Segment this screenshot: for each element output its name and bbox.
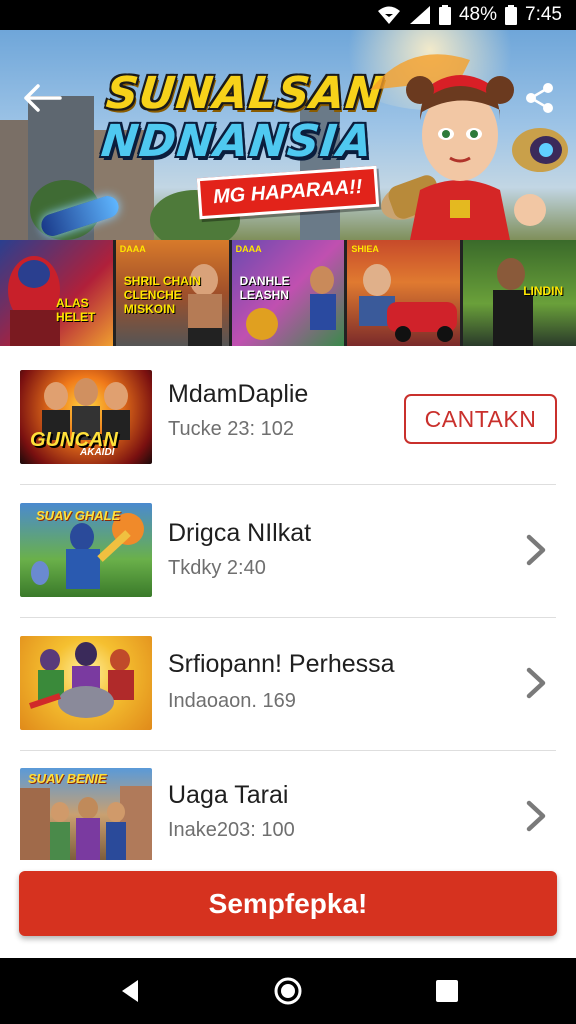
status-bar: 48% 7:45 (0, 0, 576, 30)
list-item-subtitle: Inake203: 100 (168, 819, 295, 841)
chevron-right-icon (526, 534, 546, 566)
list-item-subtitle: Indaoaon. 169 (168, 690, 296, 712)
back-arrow-icon[interactable] (20, 78, 64, 118)
thumbnail-subtitle: AKAIDI (80, 447, 115, 458)
thumbnail-label: LINDIN (523, 284, 564, 298)
battery-icon (438, 5, 451, 25)
nav-back-icon[interactable] (116, 976, 146, 1006)
featured-thumbnail[interactable]: LINDIN (463, 240, 576, 346)
list-item-thumbnail: SUAV GHALE (20, 503, 152, 597)
thumbnail-title: SUAV GHALE (36, 508, 121, 523)
battery-full-icon (505, 5, 518, 25)
thumbnail-badge: SHIEA (351, 244, 379, 254)
list-item[interactable]: SUAV GHALE Drigca NIlkat Tkdky 2:40 (0, 485, 576, 617)
list-item[interactable]: SUAV BENIE Uaga Tarai Inake203: 100 (0, 751, 576, 860)
hero-title: SUNALSAN NDNANSIA (98, 68, 387, 167)
list-item-title: MdamDaplie (168, 380, 309, 408)
status-icons: 48% 7:45 (377, 4, 562, 26)
nav-recents-icon[interactable] (432, 976, 462, 1006)
list-item-title: Uaga Tarai (168, 781, 289, 809)
list-item-subtitle: Tkdky 2:40 (168, 557, 266, 579)
thumbnail-badge: DAAA (119, 244, 146, 254)
thumbnail-badge: DAAA (235, 244, 262, 254)
thumbnail-title: SUAV BENIE (28, 771, 107, 786)
list-item-thumbnail (20, 636, 152, 730)
hero-title-line2: NDNANSIA (98, 116, 376, 167)
list-item-title: Drigca NIlkat (168, 519, 312, 547)
featured-thumbnail-strip: ALAS HELET DAAA SHRIL CHAIN CLENCHE MISK… (0, 240, 576, 346)
nav-home-icon[interactable] (272, 975, 304, 1007)
primary-action-button[interactable]: Sempfepka! (19, 871, 557, 936)
hero-banner: SUNALSAN NDNANSIA MG HAPARAA!! (0, 30, 576, 240)
thumbnail-label: DANHLE LEASHN (239, 274, 290, 302)
chevron-right-icon (526, 667, 546, 699)
list-item-thumbnail: SUAV BENIE (20, 768, 152, 860)
signal-icon (409, 5, 431, 25)
hero-character-illustration (370, 54, 568, 240)
list-item[interactable]: GUNCAN AKAIDI MdamDaplie Tucke 23: 102 C… (0, 346, 576, 478)
featured-thumbnail[interactable]: DAAA DANHLE LEASHN (231, 240, 345, 346)
battery-percent: 48% (458, 4, 498, 25)
list-item-title: Srfiopann! Perhessa (168, 650, 395, 678)
wifi-icon (377, 5, 401, 25)
featured-thumbnail[interactable]: DAAA SHRIL CHAIN CLENCHE MISKOIN (115, 240, 229, 346)
chevron-right-icon (526, 800, 546, 832)
thumbnail-label: SHRIL CHAIN CLENCHE MISKOIN (123, 274, 201, 316)
navigation-bar (0, 958, 576, 1024)
thumbnail-label: ALAS HELET (56, 296, 96, 324)
clock: 7:45 (525, 4, 562, 25)
game-list: GUNCAN AKAIDI MdamDaplie Tucke 23: 102 C… (0, 346, 576, 860)
list-item-thumbnail: GUNCAN AKAIDI (20, 370, 152, 464)
share-icon[interactable] (524, 82, 556, 114)
hero-title-line1: SUNALSAN (103, 68, 387, 119)
featured-thumbnail[interactable]: SHIEA (347, 240, 461, 346)
contact-button[interactable]: CANTAKN (404, 394, 557, 444)
featured-thumbnail[interactable]: ALAS HELET (0, 240, 113, 346)
list-item-subtitle: Tucke 23: 102 (168, 418, 295, 440)
list-item[interactable]: Srfiopann! Perhessa Indaoaon. 169 (0, 618, 576, 750)
